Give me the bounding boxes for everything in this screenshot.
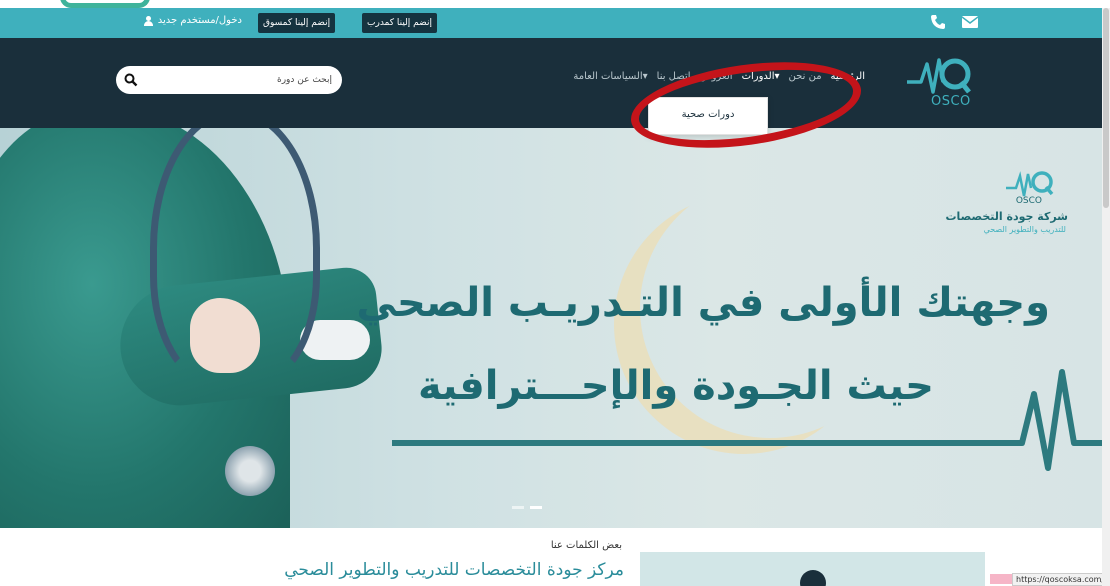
- logo-fragment: [60, 0, 150, 8]
- envelope-icon[interactable]: [961, 14, 979, 33]
- utility-bar: إنضم إلينا كمدرب إنضم إلينا كمسوق دخول/م…: [0, 8, 1102, 38]
- slider-indicators: [512, 506, 542, 509]
- about-image: [640, 552, 985, 586]
- nav-policies[interactable]: السياسات العامة▾: [573, 71, 647, 82]
- login-link[interactable]: دخول/مستخدم جديد: [143, 15, 242, 26]
- hero-banner: OSCO شركة جودة التخصصات للتدريب والتطوير…: [0, 128, 1102, 528]
- hero-brand-subtitle: للتدريب والتطوير الصحي: [983, 225, 1066, 234]
- status-url: https://qoscoksa.com/: [1012, 573, 1110, 586]
- about-title: مركز جودة التخصصات للتدريب والتطوير الصح…: [284, 560, 624, 580]
- slider-dot[interactable]: [512, 506, 524, 509]
- join-trainer-button[interactable]: إنضم إلينا كمدرب: [362, 13, 437, 33]
- hero-headline-line1: وجهتك الأولى في التـدريـب الصحي: [356, 280, 1050, 326]
- brand-text: OSCO: [931, 94, 971, 109]
- phone-icon[interactable]: [930, 14, 946, 34]
- page: إنضم إلينا كمدرب إنضم إلينا كمسوق دخول/م…: [0, 0, 1110, 586]
- search-input[interactable]: [146, 70, 332, 90]
- about-image-figure: [800, 570, 826, 586]
- join-marketer-button[interactable]: إنضم إلينا كمسوق: [258, 13, 336, 33]
- stethoscope-icon: [150, 128, 320, 388]
- hero-brand-osco: OSCO: [1015, 196, 1042, 206]
- stethoscope-chestpiece: [225, 446, 275, 496]
- top-strip: [0, 0, 1110, 8]
- login-label: دخول/مستخدم جديد: [157, 15, 242, 26]
- nav-policies-label: السياسات العامة: [573, 71, 643, 82]
- scrollbar-thumb[interactable]: [1103, 8, 1109, 208]
- hero-headline-line2: حيث الجـودة والإحـــترافية: [418, 363, 934, 409]
- search-icon[interactable]: [124, 72, 138, 91]
- heartbeat-icon: [1000, 369, 1102, 471]
- about-section: بعض الكلمات عنا مركز جودة التخصصات للتدر…: [0, 528, 1110, 586]
- brand-logo[interactable]: OSCO: [905, 52, 975, 114]
- main-navbar: OSCO الرئيسية من نحن الدورات▾ العروض اتص…: [0, 38, 1102, 128]
- status-accent: [990, 574, 1012, 584]
- user-icon: [143, 15, 153, 26]
- scrollbar[interactable]: [1102, 8, 1110, 586]
- search-box: [116, 66, 342, 94]
- hero-brand: OSCO شركة جودة التخصصات للتدريب والتطوير…: [940, 168, 1080, 248]
- slider-dot-active[interactable]: [530, 506, 542, 509]
- hero-brand-name: شركة جودة التخصصات: [945, 210, 1068, 223]
- hero-divider-line: [392, 440, 1012, 446]
- about-eyebrow: بعض الكلمات عنا: [550, 540, 622, 551]
- chevron-down-icon: ▾: [642, 71, 648, 82]
